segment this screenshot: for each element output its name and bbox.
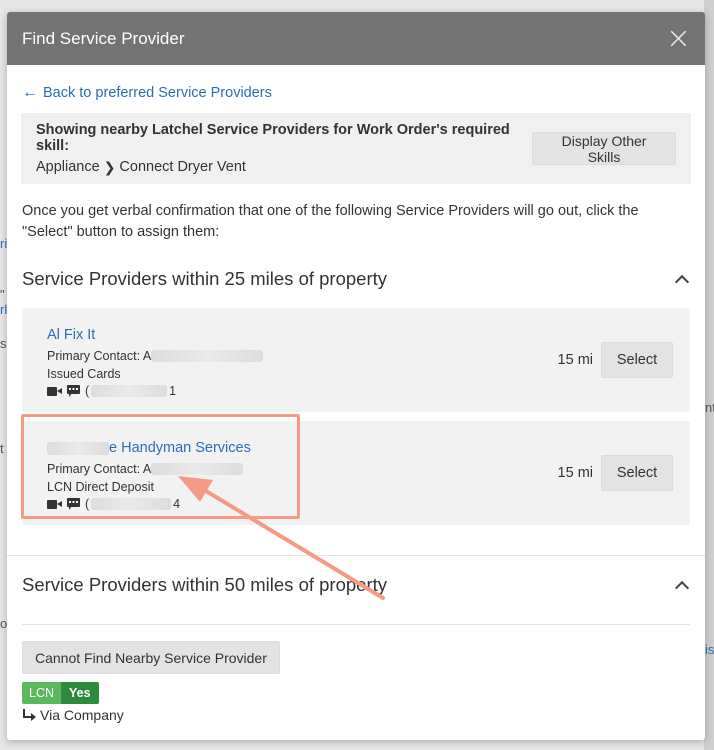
skill-category: Appliance — [36, 159, 100, 175]
provider-distance: 15 mi — [557, 352, 593, 368]
provider-name-link[interactable]: e Handyman Services — [47, 440, 251, 456]
chat-icon — [67, 498, 80, 510]
section-divider — [22, 624, 690, 625]
phone-start: ( — [85, 497, 90, 511]
section-50-miles-header[interactable]: Service Providers within 50 miles of pro… — [22, 570, 690, 600]
select-provider-button[interactable]: Select — [601, 455, 673, 491]
primary-contact: Primary Contact: A — [47, 461, 251, 476]
background-fragment: nt — [705, 400, 714, 415]
payment-method: Issued Cards — [47, 366, 121, 381]
video-camera-icon — [47, 499, 62, 509]
payment-method: LCN Direct Deposit — [47, 479, 154, 494]
display-other-skills-button[interactable]: Display Other Skills — [532, 132, 676, 165]
provider-card: Al Fix It Primary Contact: A Issued Card… — [22, 308, 690, 412]
phone-end: 1 — [169, 384, 177, 398]
redacted-phone — [91, 498, 172, 510]
phone-end: 4 — [173, 497, 181, 511]
lcn-status-badge: LCN Yes — [22, 682, 99, 704]
provider-name-visible: e Handyman Services — [109, 440, 251, 456]
contact-icons-line: ( 4 — [47, 497, 251, 511]
section-25-miles-title: Service Providers within 25 miles of pro… — [22, 268, 388, 289]
skill-heading: Showing nearby Latchel Service Providers… — [36, 121, 510, 154]
skill-text: Showing nearby Latchel Service Providers… — [36, 122, 532, 176]
section-25-miles-header[interactable]: Service Providers within 25 miles of pro… — [22, 264, 690, 294]
redacted-contact-name — [151, 349, 264, 362]
back-to-preferred-link[interactable]: ← Back to preferred Service Providers — [22, 82, 690, 104]
primary-contact: Primary Contact: A — [47, 348, 264, 363]
redacted-provider-name — [47, 441, 109, 455]
skill-subskill: Connect Dryer Vent — [119, 159, 246, 175]
provider-info: Al Fix It Primary Contact: A Issued Card… — [47, 326, 264, 398]
redacted-phone — [91, 385, 168, 397]
back-link-label: Back to preferred Service Providers — [43, 85, 272, 101]
select-provider-button[interactable]: Select — [601, 342, 673, 378]
lcn-badge-value: Yes — [61, 682, 99, 704]
background-fragment: t — [0, 441, 4, 456]
chevron-right-icon: ❯ — [103, 158, 116, 175]
background-scroll-strip — [704, 0, 714, 750]
required-skill-box: Showing nearby Latchel Service Providers… — [21, 113, 691, 184]
via-company-line: Via Company — [22, 707, 690, 723]
primary-contact-label: Primary Contact: A — [47, 461, 152, 476]
modal-body: ← Back to preferred Service Providers Sh… — [7, 82, 705, 723]
background-fragment: s — [0, 336, 7, 351]
provider-card: e Handyman Services Primary Contact: A L… — [22, 421, 690, 525]
video-camera-icon — [47, 386, 62, 396]
provider-name-link[interactable]: Al Fix It — [47, 327, 95, 343]
provider-distance: 15 mi — [557, 465, 593, 481]
chat-icon — [67, 385, 80, 397]
background-fragment: is — [705, 642, 714, 657]
arrow-left-icon: ← — [22, 84, 38, 101]
close-icon[interactable]: × — [666, 23, 691, 54]
section-divider — [7, 555, 705, 556]
section-50-miles-title: Service Providers within 50 miles of pro… — [22, 574, 388, 595]
contact-icons-line: ( 1 — [47, 384, 263, 398]
find-service-provider-modal: Find Service Provider × ← Back to prefer… — [7, 12, 705, 740]
redacted-contact-name — [151, 462, 244, 475]
via-company-text: Via Company — [40, 707, 124, 723]
lcn-badge-label: LCN — [22, 682, 62, 704]
skill-path: Appliance ❯ Connect Dryer Vent — [36, 159, 532, 176]
chevron-up-icon[interactable] — [674, 580, 690, 595]
cannot-find-provider-button[interactable]: Cannot Find Nearby Service Provider — [22, 641, 280, 674]
instructions-text: Once you get verbal confirmation that on… — [22, 203, 639, 240]
chevron-up-icon[interactable] — [674, 274, 690, 289]
modal-title: Find Service Provider — [22, 28, 185, 48]
modal-header: Find Service Provider × — [7, 12, 705, 65]
level-down-arrow-icon — [22, 709, 36, 721]
provider-info: e Handyman Services Primary Contact: A L… — [47, 439, 251, 511]
primary-contact-label: Primary Contact: A — [47, 348, 152, 363]
phone-start: ( — [85, 384, 90, 398]
